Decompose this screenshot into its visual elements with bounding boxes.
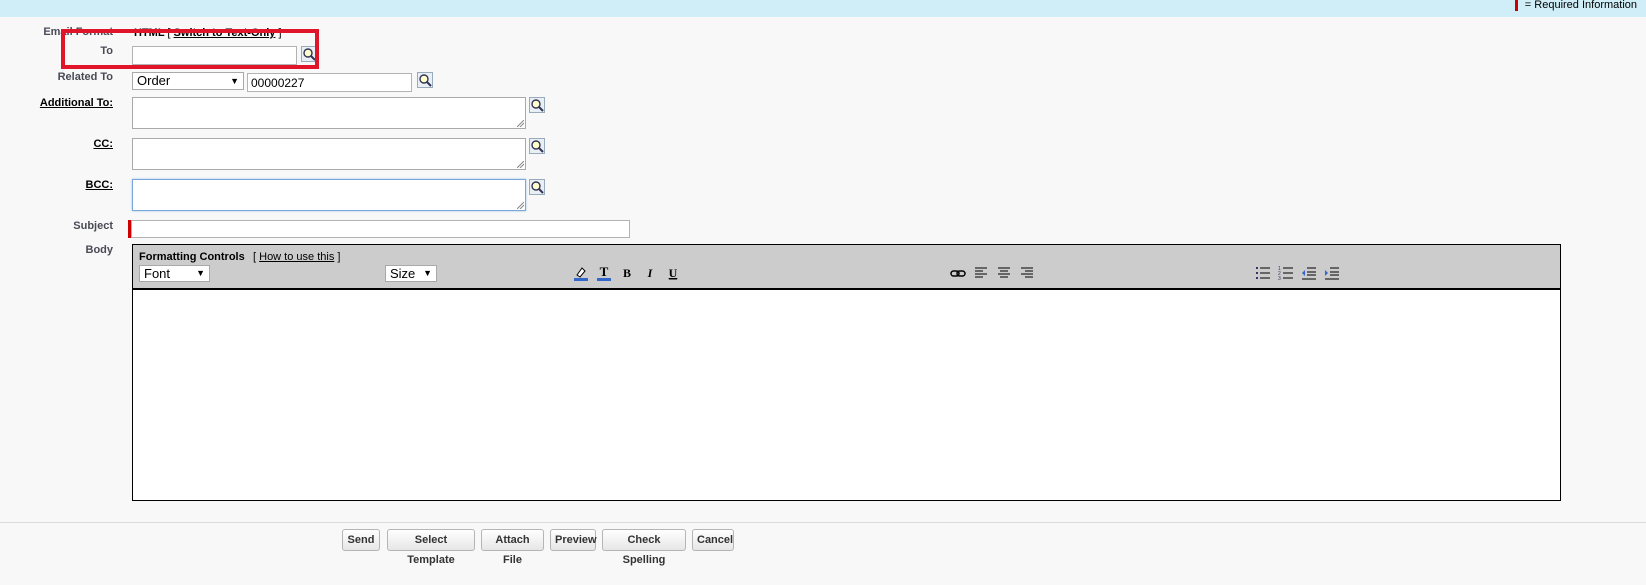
subject-label: Subject [73,220,113,232]
text-color-icon[interactable]: T [595,264,613,282]
check-spelling-button[interactable]: Check Spelling [602,529,686,566]
italic-icon[interactable]: I [641,264,659,282]
header-bar: = Required Information [0,0,1646,17]
select-template-button[interactable]: Select Template [387,529,475,566]
required-legend: = Required Information [1514,0,1637,12]
related-to-record-input[interactable] [247,73,412,92]
svg-text:B: B [623,266,631,280]
cc-lookup-icon[interactable] [529,138,545,154]
highlight-color-icon[interactable] [572,264,590,282]
body-content-area[interactable] [133,290,1560,500]
size-select[interactable]: Size ▼ [385,265,437,282]
dropdown-arrow-icon: ▼ [423,268,432,278]
align-right-icon[interactable] [1018,264,1036,282]
bold-icon[interactable]: B [618,264,636,282]
related-to-type-select[interactable]: Order ▼ [132,72,244,90]
formatting-toolbar: Formatting Controls [ How to use this ] … [133,245,1560,290]
to-field-highlight [61,29,319,69]
help-bracket-open: [ [253,251,257,263]
bcc-label[interactable]: BCC: [0,179,114,191]
attach-file-button[interactable]: Attach File [481,529,544,566]
bcc-textarea[interactable] [132,179,526,211]
dropdown-arrow-icon: ▼ [230,76,239,86]
related-to-type-value: Order [137,73,171,88]
cancel-button[interactable]: Cancel [692,529,734,551]
indent-icon[interactable] [1323,264,1341,282]
size-select-value: Size [390,266,416,281]
align-left-icon[interactable] [972,264,990,282]
svg-text:T: T [600,264,609,279]
additional-to-lookup-icon[interactable] [529,97,545,113]
outdent-icon[interactable] [1300,264,1318,282]
subject-input[interactable] [131,220,630,238]
svg-text:I: I [647,266,654,280]
resize-grip-icon[interactable] [517,120,524,127]
additional-to-label[interactable]: Additional To: [0,97,113,109]
cc-label[interactable]: CC: [0,138,113,150]
body-label: Body [85,244,114,256]
font-select-value: Font [144,266,171,281]
svg-text:U: U [669,266,678,280]
preview-button[interactable]: Preview [550,529,597,551]
bulleted-list-icon[interactable] [1254,264,1272,282]
align-center-icon[interactable] [995,264,1013,282]
related-to-label: Related To [57,71,113,83]
related-to-lookup-icon[interactable] [417,72,433,88]
underline-icon[interactable]: U [664,264,682,282]
dropdown-arrow-icon: ▼ [196,268,205,278]
required-indicator [1514,0,1518,11]
body-editor[interactable]: Formatting Controls [ How to use this ] … [132,244,1561,501]
footer-divider [0,522,1646,523]
how-to-use-link[interactable]: How to use this [259,251,334,263]
send-button[interactable]: Send [342,529,380,551]
resize-grip-icon[interactable] [517,202,524,209]
required-legend-text: = Required Information [1524,0,1637,11]
svg-text:3: 3 [1278,276,1281,282]
font-select[interactable]: Font ▼ [139,265,210,282]
additional-to-textarea[interactable] [132,97,526,129]
formatting-controls-title: Formatting Controls [139,251,245,263]
link-icon[interactable] [949,264,967,282]
help-bracket-close: ] [337,251,341,263]
numbered-list-icon[interactable]: 1 2 3 [1277,264,1295,282]
resize-grip-icon[interactable] [517,161,524,168]
help-link-wrapper: [ How to use this ] [253,251,340,263]
cc-textarea[interactable] [132,138,526,170]
bcc-lookup-icon[interactable] [529,179,545,195]
